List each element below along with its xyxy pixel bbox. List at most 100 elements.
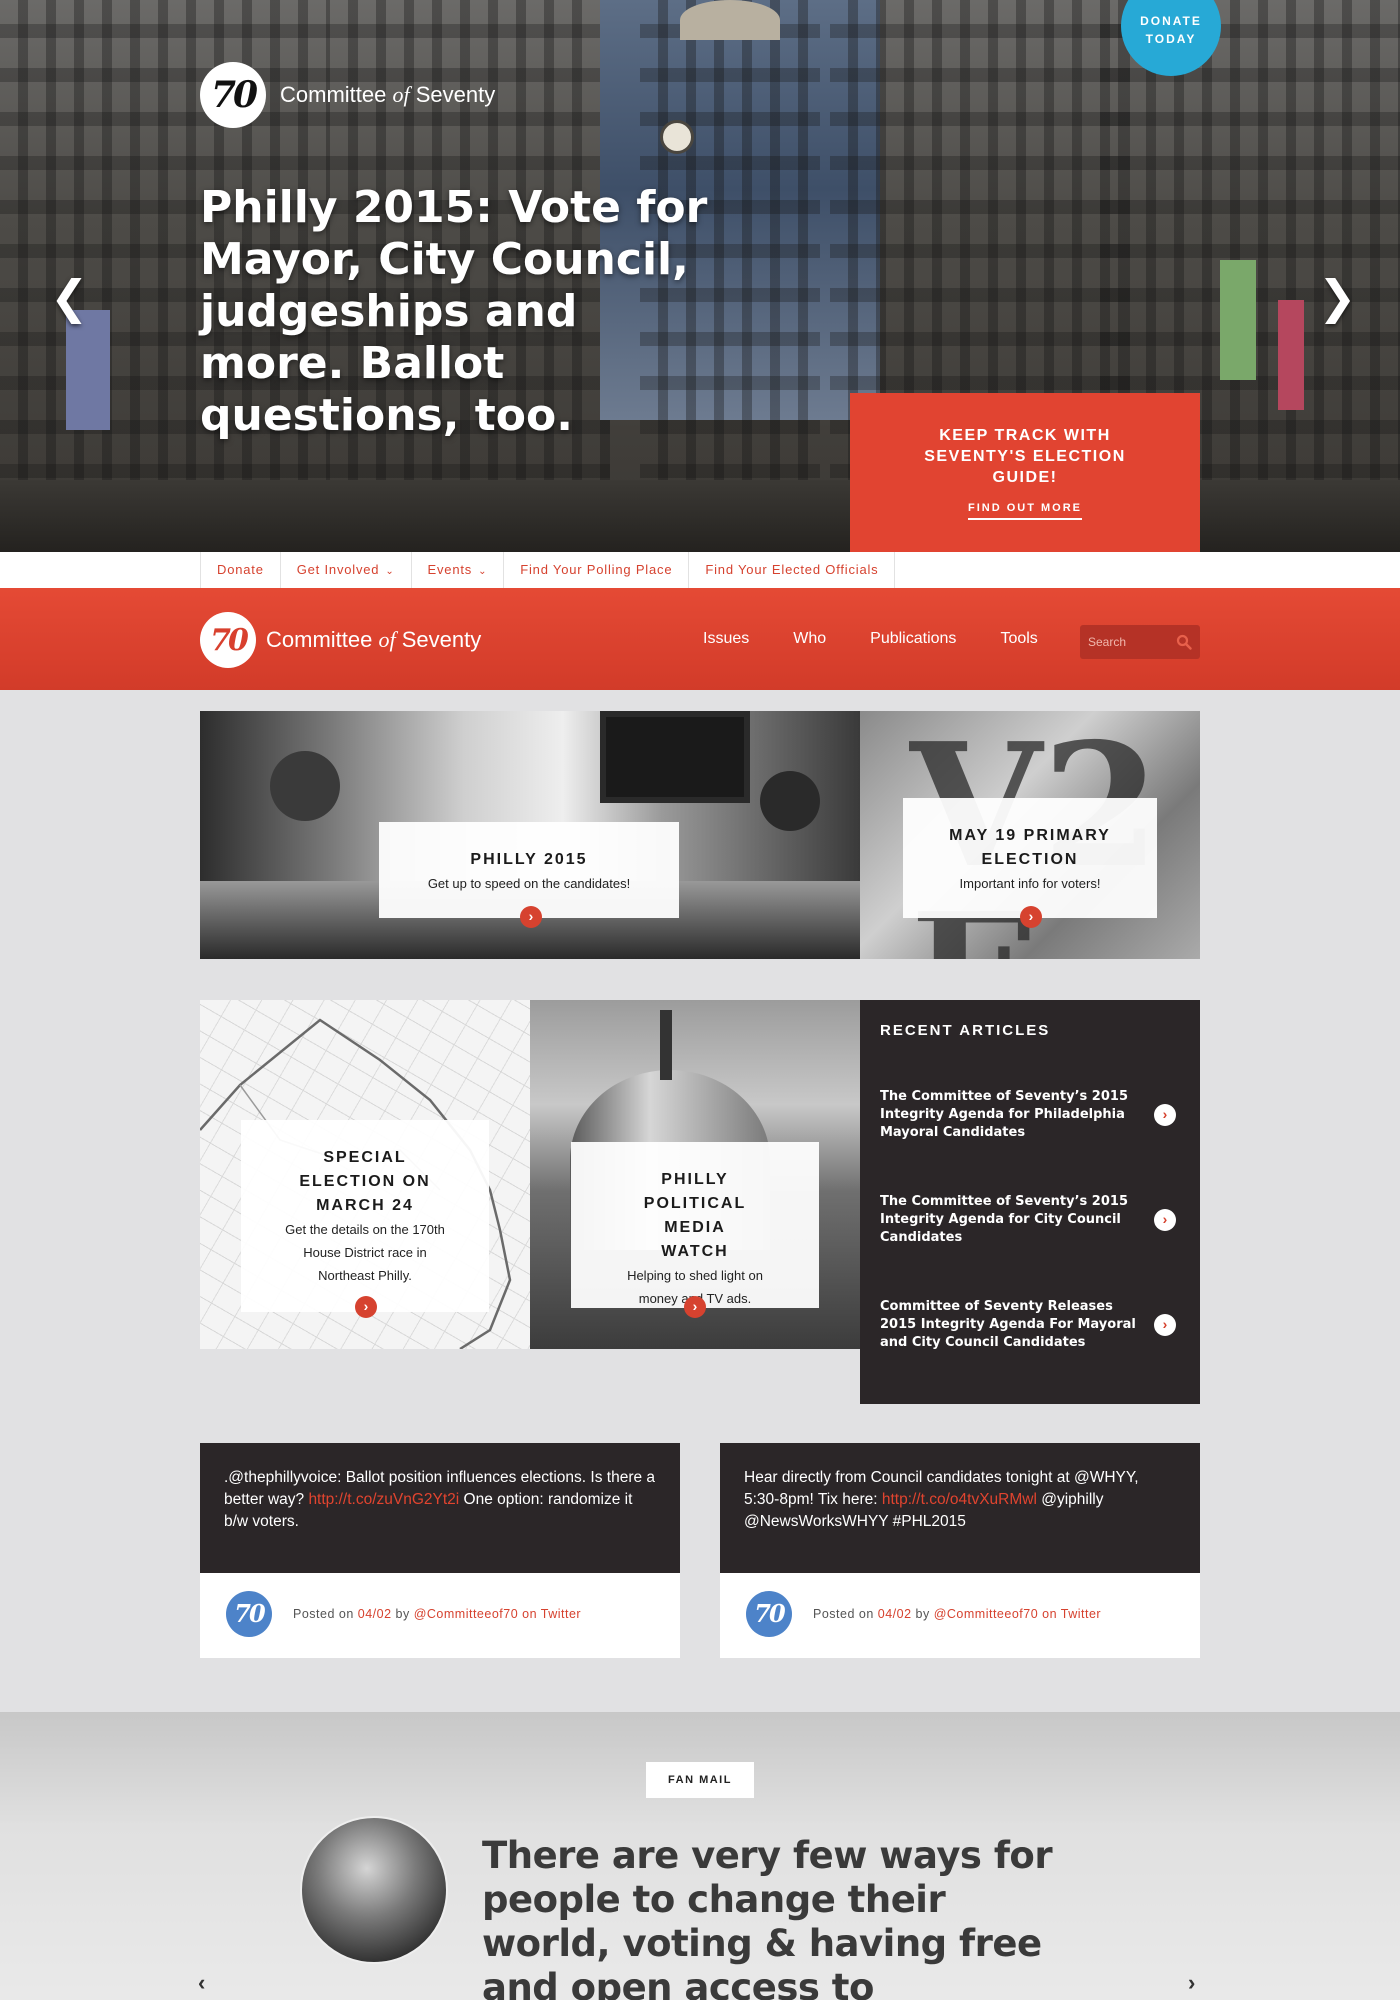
logo-70-icon: 70 [200, 62, 266, 128]
tile-card-media-watch: PHILLY POLITICAL MEDIA WATCH Helping to … [571, 1142, 819, 1308]
tile-subtitle: Important info for voters! [959, 876, 1101, 891]
logo-word-committee: Committee [266, 627, 373, 652]
tweet-card: Hear directly from Council candidates to… [720, 1443, 1200, 1658]
main-nav-links: Issues Who Publications Tools [703, 588, 1082, 690]
tile-title: PHILLY 2015 [470, 851, 588, 868]
tile-title: PHILLY POLITICAL MEDIA WATCH [643, 1171, 747, 1260]
fan-mail-label: FAN MAIL [646, 1762, 754, 1798]
chevron-right-icon: › [1154, 1209, 1176, 1231]
utility-nav: Donate Get Involved ⌄ Events ⌄ Find Your P… [200, 552, 896, 588]
chevron-down-icon: ⌄ [478, 566, 488, 577]
avatar: 70 [226, 1591, 272, 1637]
tweet-footer: 70 Posted on 04/02 by @Committeeof70 on … [200, 1573, 680, 1658]
logo-word-of: of [392, 82, 410, 107]
util-nav-label: Get Involved [296, 562, 380, 577]
nav-link-publications[interactable]: Publications [870, 630, 956, 648]
main-nav-bar: 70 Committee of Seventy Issues Who Publi… [0, 588, 1400, 690]
fan-next-arrow-icon[interactable]: › [1188, 1970, 1195, 1996]
util-nav-label: Events [427, 562, 473, 577]
nav-link-who[interactable]: Who [793, 630, 826, 648]
hero-slider: 70 Committee of Seventy Philly 2015: Vot… [0, 0, 1400, 552]
tweet-by-label: by [911, 1607, 934, 1621]
tile-subtitle: Get the details on the 170th House Distr… [285, 1222, 445, 1283]
tile-card-special-election: SPECIAL ELECTION ON MARCH 24 Get the det… [241, 1120, 489, 1312]
tile-image-person [270, 751, 340, 821]
search-input[interactable] [1080, 625, 1170, 659]
cta-title: KEEP TRACK WITH SEVENTY'S ELECTION GUIDE… [924, 427, 1126, 486]
fan-prev-arrow-icon[interactable]: ‹ [198, 1970, 205, 1996]
tweet-body: Hear directly from Council candidates to… [720, 1443, 1200, 1573]
tweet-posted-label: Posted on [293, 1607, 358, 1621]
tile-title: MAY 19 PRIMARY ELECTION [949, 827, 1111, 868]
search-icon[interactable] [1176, 634, 1192, 650]
chevron-right-icon[interactable]: › [355, 1296, 377, 1318]
hero-clock [660, 120, 694, 154]
nav-link-issues[interactable]: Issues [703, 630, 749, 648]
chevron-right-icon[interactable]: › [684, 1296, 706, 1318]
tile-image-monitor [600, 711, 750, 803]
logo-70-icon: 70 [200, 612, 256, 668]
tweet-handle-link[interactable]: @Committeeof70 on Twitter [934, 1607, 1101, 1621]
chevron-right-icon: › [1154, 1314, 1176, 1336]
search-box [1080, 625, 1200, 659]
util-nav-label: Find Your Elected Officials [705, 562, 879, 577]
logo-word-seventy: Seventy [401, 627, 482, 652]
donate-line1: DONATE [1140, 14, 1202, 28]
chevron-right-icon[interactable]: › [1020, 906, 1042, 928]
tweet-handle-link[interactable]: @Committeeof70 on Twitter [414, 1607, 581, 1621]
util-nav-label: Donate [217, 562, 264, 577]
util-nav-label: Find Your Polling Place [520, 562, 673, 577]
recent-article-title: The Committee of Seventy’s 2015 Integrit… [880, 1194, 1128, 1245]
hero-next-arrow-icon[interactable]: ❯ [1318, 270, 1357, 324]
tile-subtitle: Get up to speed on the candidates! [427, 876, 631, 891]
chevron-right-icon[interactable]: › [520, 906, 542, 928]
tweet-posted-label: Posted on [813, 1607, 878, 1621]
nav-logo[interactable]: 70 Committee of Seventy [200, 612, 481, 668]
nav-link-tools[interactable]: Tools [1000, 630, 1037, 648]
tile-image-dome-spire [660, 1010, 672, 1080]
logo-word-seventy: Seventy [415, 82, 496, 107]
recent-articles-panel: RECENT ARTICLES The Committee of Seventy… [860, 1000, 1200, 1404]
tweet-meta: Posted on 04/02 by @Committeeof70 on Twi… [813, 1607, 1101, 1621]
recent-article-title: Committee of Seventy Releases 2015 Integ… [880, 1299, 1136, 1350]
recent-article-item[interactable]: The Committee of Seventy’s 2015 Integrit… [880, 1088, 1180, 1148]
tile-card-philly-2015: PHILLY 2015 Get up to speed on the candi… [379, 822, 679, 918]
recent-article-title: The Committee of Seventy’s 2015 Integrit… [880, 1089, 1128, 1140]
fan-mail-section: FAN MAIL There are very few ways for peo… [0, 1712, 1400, 2000]
util-nav-events[interactable]: Events ⌄ [410, 552, 504, 588]
donate-line2: TODAY [1145, 32, 1197, 46]
tweet-card: .@thephillyvoice: Ballot position influe… [200, 1443, 680, 1658]
tile-card-may-19-primary: MAY 19 PRIMARY ELECTION Important info f… [903, 798, 1157, 918]
find-out-more-link[interactable]: FIND OUT MORE [968, 502, 1082, 520]
util-nav-elected-officials[interactable]: Find Your Elected Officials [688, 552, 896, 588]
chevron-right-icon: › [1154, 1104, 1176, 1126]
election-guide-cta: KEEP TRACK WITH SEVENTY'S ELECTION GUIDE… [850, 393, 1200, 552]
recent-article-item[interactable]: Committee of Seventy Releases 2015 Integ… [880, 1298, 1180, 1358]
fan-mail-avatar [300, 1816, 448, 1964]
recent-article-item[interactable]: The Committee of Seventy’s 2015 Integrit… [880, 1193, 1180, 1253]
chevron-down-icon: ⌄ [385, 566, 395, 577]
tweet-link[interactable]: http://t.co/o4tvXuRMwl [882, 1491, 1037, 1508]
util-nav-donate[interactable]: Donate [200, 552, 280, 588]
logo-word-committee: Committee [280, 82, 387, 107]
hero-tower-top [680, 0, 780, 40]
hero-street-banner [1278, 300, 1304, 410]
hero-street-banner [1220, 260, 1256, 380]
avatar: 70 [746, 1591, 792, 1637]
util-nav-polling-place[interactable]: Find Your Polling Place [503, 552, 688, 588]
recent-articles-heading: RECENT ARTICLES [880, 1022, 1051, 1039]
hero-prev-arrow-icon[interactable]: ❮ [50, 270, 89, 324]
tile-image-person [760, 771, 820, 831]
logo-word-of: of [378, 627, 396, 652]
tweet-footer: 70 Posted on 04/02 by @Committeeof70 on … [720, 1573, 1200, 1658]
tweet-link[interactable]: http://t.co/zuVnG2Yt2i [308, 1491, 459, 1508]
logo-wordmark: Committee of Seventy [266, 627, 481, 653]
tweet-date-link[interactable]: 04/02 [878, 1607, 912, 1621]
fan-mail-quote: There are very few ways for people to ch… [482, 1834, 1053, 2000]
tweet-date-link[interactable]: 04/02 [358, 1607, 392, 1621]
util-nav-get-involved[interactable]: Get Involved ⌄ [279, 552, 411, 588]
hero-headline: Philly 2015: Vote for Mayor, City Counci… [200, 182, 708, 441]
utility-nav-bar: Donate Get Involved ⌄ Events ⌄ Find Your P… [0, 552, 1400, 588]
hero-street-banner [66, 310, 110, 430]
hero-logo[interactable]: 70 Committee of Seventy [200, 62, 495, 128]
